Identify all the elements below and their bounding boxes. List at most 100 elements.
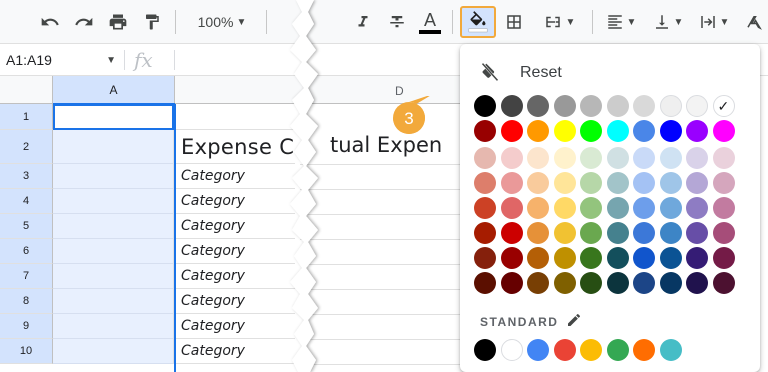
color-swatch[interactable] <box>659 147 682 169</box>
color-swatch[interactable] <box>553 147 576 169</box>
color-swatch[interactable] <box>474 172 496 194</box>
standard-color-swatch[interactable] <box>527 339 549 361</box>
vertical-align-button[interactable]: ▼ <box>648 8 688 36</box>
color-swatch[interactable] <box>659 95 682 117</box>
color-swatch[interactable] <box>659 172 682 194</box>
color-swatch[interactable] <box>553 247 576 269</box>
color-swatch[interactable] <box>527 120 549 142</box>
row-header[interactable]: 10 <box>0 339 53 364</box>
color-swatch[interactable] <box>527 197 549 219</box>
color-swatch[interactable] <box>633 120 655 142</box>
cell-b[interactable]: Category <box>175 214 295 239</box>
color-swatch[interactable] <box>659 272 682 294</box>
color-swatch[interactable] <box>500 197 523 219</box>
row-header[interactable]: 5 <box>0 214 53 239</box>
redo-icon[interactable] <box>70 8 98 36</box>
color-swatch[interactable] <box>500 247 523 269</box>
row-header[interactable]: 2 <box>0 130 53 164</box>
cell-a[interactable] <box>53 214 174 239</box>
cell-a[interactable] <box>53 289 174 314</box>
row-header[interactable]: 6 <box>0 239 53 264</box>
color-swatch[interactable] <box>633 147 655 169</box>
color-swatch[interactable] <box>500 172 523 194</box>
borders-icon[interactable] <box>500 8 528 36</box>
color-swatch[interactable] <box>500 95 523 117</box>
color-swatch[interactable] <box>606 247 629 269</box>
color-swatch[interactable] <box>580 222 602 244</box>
standard-color-swatch[interactable] <box>553 339 576 361</box>
color-swatch[interactable] <box>580 147 602 169</box>
color-swatch[interactable] <box>553 222 576 244</box>
standard-color-swatch[interactable] <box>659 339 682 361</box>
color-swatch[interactable] <box>659 197 682 219</box>
color-swatch[interactable] <box>633 197 655 219</box>
color-swatch[interactable] <box>527 172 549 194</box>
color-swatch[interactable] <box>500 120 523 142</box>
fill-color-button[interactable] <box>460 6 496 38</box>
merge-cells-button[interactable]: ▼ <box>534 8 584 36</box>
color-swatch[interactable] <box>553 272 576 294</box>
color-swatch[interactable] <box>686 272 708 294</box>
color-swatch[interactable] <box>606 272 629 294</box>
color-swatch[interactable] <box>553 120 576 142</box>
paint-format-icon[interactable] <box>138 8 166 36</box>
color-swatch[interactable] <box>580 197 602 219</box>
color-swatch[interactable] <box>606 172 629 194</box>
standard-color-swatch[interactable] <box>500 339 523 361</box>
color-swatch[interactable] <box>659 247 682 269</box>
color-swatch[interactable] <box>606 147 629 169</box>
row-header[interactable]: 8 <box>0 289 53 314</box>
text-color-icon[interactable]: A <box>416 8 444 36</box>
cell-a[interactable] <box>53 189 174 214</box>
color-swatch[interactable] <box>500 222 523 244</box>
color-swatch[interactable] <box>686 172 708 194</box>
cell-a[interactable] <box>53 130 174 164</box>
color-swatch[interactable] <box>686 197 708 219</box>
row-header[interactable]: 7 <box>0 264 53 289</box>
cell-a[interactable] <box>53 239 174 264</box>
cell-a[interactable] <box>53 264 174 289</box>
standard-color-swatch[interactable] <box>606 339 629 361</box>
color-swatch[interactable] <box>527 147 549 169</box>
cell-a[interactable] <box>53 314 174 339</box>
color-swatch[interactable] <box>474 197 496 219</box>
color-swatch[interactable] <box>633 172 655 194</box>
color-swatch[interactable] <box>580 247 602 269</box>
color-swatch[interactable] <box>633 222 655 244</box>
color-swatch[interactable] <box>580 95 602 117</box>
color-swatch[interactable] <box>686 222 708 244</box>
standard-color-swatch[interactable] <box>580 339 602 361</box>
standard-color-swatch[interactable] <box>474 339 496 361</box>
color-swatch[interactable] <box>633 247 655 269</box>
color-swatch[interactable] <box>580 120 602 142</box>
cell-a[interactable] <box>53 164 174 189</box>
color-swatch[interactable] <box>553 172 576 194</box>
undo-icon[interactable] <box>36 8 64 36</box>
corner-select-all[interactable] <box>0 76 53 104</box>
cell-b[interactable]: Category <box>175 289 295 314</box>
color-swatch[interactable] <box>527 272 549 294</box>
cell-b[interactable]: Category <box>175 339 295 364</box>
color-swatch[interactable] <box>474 247 496 269</box>
color-swatch[interactable] <box>606 222 629 244</box>
color-swatch[interactable] <box>712 120 735 142</box>
column-header-a[interactable]: A <box>53 76 175 104</box>
row-header[interactable]: 3 <box>0 164 53 189</box>
color-swatch[interactable] <box>659 120 682 142</box>
color-swatch[interactable] <box>474 95 496 117</box>
cell-b[interactable]: Category <box>175 189 295 214</box>
text-wrap-button[interactable]: ▼ <box>694 8 734 36</box>
edit-pencil-icon[interactable] <box>566 312 582 328</box>
color-swatch[interactable] <box>553 197 576 219</box>
row-header[interactable]: 1 <box>0 104 53 130</box>
color-swatch[interactable] <box>633 272 655 294</box>
zoom-select[interactable]: 100% ▼ <box>186 8 258 36</box>
standard-color-swatch[interactable] <box>633 339 655 361</box>
row-header[interactable]: 4 <box>0 189 53 214</box>
cell-b[interactable] <box>175 104 295 130</box>
reset-color-button[interactable]: Reset <box>460 54 760 90</box>
color-swatch[interactable] <box>686 147 708 169</box>
color-swatch[interactable] <box>580 172 602 194</box>
color-swatch[interactable] <box>527 222 549 244</box>
color-swatch[interactable] <box>500 147 523 169</box>
